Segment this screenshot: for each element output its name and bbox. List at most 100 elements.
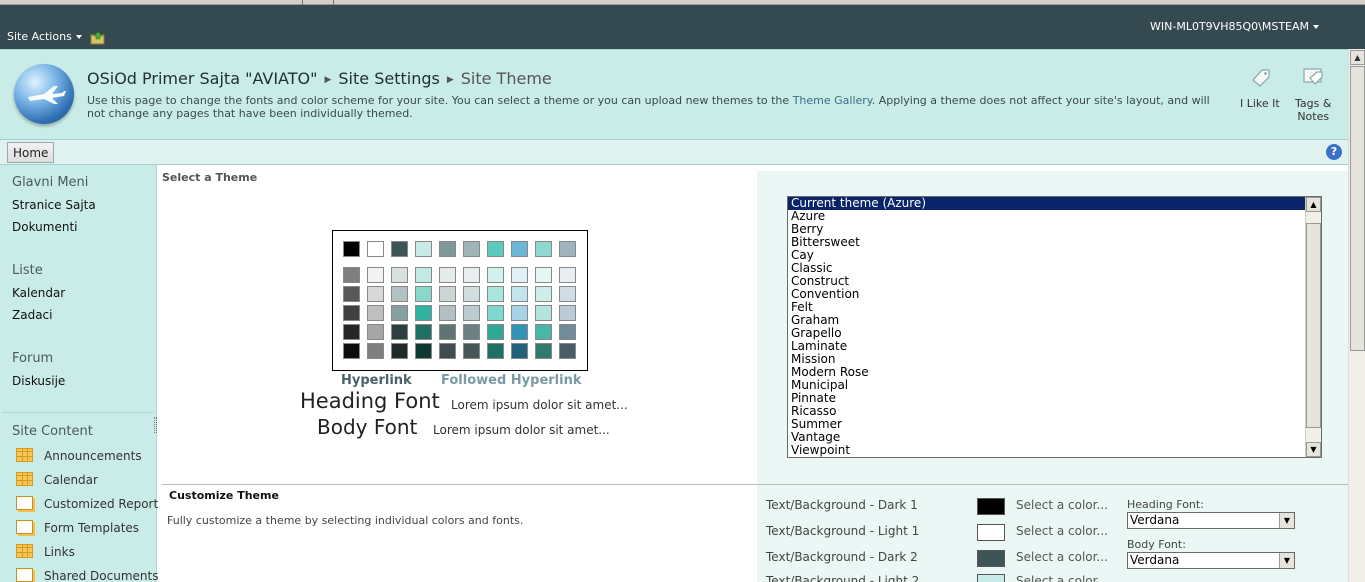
body-font-value: Verdana — [1130, 553, 1180, 567]
nav-resize-handle[interactable] — [154, 417, 157, 433]
nav-item-kalendar[interactable]: Kalendar — [12, 286, 65, 300]
palette-shade-swatch — [559, 267, 576, 283]
theme-option[interactable]: Viewpoint — [788, 444, 1305, 457]
content-item-shared-documents[interactable]: Shared Documents — [16, 568, 158, 582]
scroll-up-icon[interactable]: ▲ — [1306, 197, 1321, 212]
list-icon — [16, 448, 33, 462]
content-item-form-templates[interactable]: Form Templates — [16, 520, 139, 535]
select-color-link-dark1[interactable]: Select a color... — [1016, 498, 1108, 512]
list-icon — [16, 472, 33, 486]
palette-shade-swatch — [511, 343, 528, 359]
content-item-customized-report[interactable]: Customized Report — [16, 496, 158, 511]
theme-option[interactable]: Grapello — [788, 327, 1305, 340]
nav-heading-site-content[interactable]: Site Content — [12, 424, 93, 439]
color-swatch-dark1[interactable] — [977, 498, 1005, 515]
heading-lorem-text: Lorem ipsum dolor sit amet... — [451, 398, 628, 412]
nav-item-zadaci[interactable]: Zadaci — [12, 308, 52, 322]
page-description-text: Use this page to change the fonts and co… — [87, 94, 790, 107]
nav-heading-forum[interactable]: Forum — [12, 351, 53, 366]
nav-heading-liste[interactable]: Liste — [12, 263, 43, 278]
theme-option[interactable]: Summer — [788, 418, 1305, 431]
theme-option[interactable]: Cay — [788, 249, 1305, 262]
theme-option[interactable]: Municipal — [788, 379, 1305, 392]
page-scroll-thumb[interactable] — [1350, 66, 1365, 351]
content-item-label: Calendar — [44, 473, 98, 487]
theme-option[interactable]: Modern Rose — [788, 366, 1305, 379]
palette-shade-swatch — [559, 286, 576, 302]
theme-option[interactable]: Laminate — [788, 340, 1305, 353]
user-menu[interactable]: WIN-ML0T9VH85Q0\MSTEAM — [1150, 20, 1319, 33]
select-color-link-light1[interactable]: Select a color... — [1016, 524, 1108, 538]
select-color-link-dark2[interactable]: Select a color... — [1016, 550, 1108, 564]
nav-item-stranice-sajta[interactable]: Stranice Sajta — [12, 198, 96, 212]
palette-shade-swatch — [415, 286, 432, 302]
palette-shade-swatch — [367, 286, 384, 302]
nav-item-dokumenti[interactable]: Dokumenti — [12, 220, 77, 234]
breadcrumb-site-link[interactable]: OSiOd Primer Sajta "AVIATO" — [87, 69, 317, 88]
palette-swatch — [415, 241, 432, 257]
palette-swatch — [367, 241, 384, 257]
palette-shade-swatch — [367, 343, 384, 359]
content-item-calendar[interactable]: Calendar — [16, 472, 98, 487]
theme-option[interactable]: Current theme (Azure) — [788, 197, 1305, 210]
chevron-down-icon[interactable]: ▼ — [1279, 513, 1294, 528]
breadcrumb-settings-link[interactable]: Site Settings — [338, 69, 439, 88]
theme-option[interactable]: Bittersweet — [788, 236, 1305, 249]
listbox-scrollbar[interactable]: ▲ ▼ — [1305, 197, 1321, 457]
body-font-select[interactable]: Verdana ▼ — [1127, 552, 1295, 569]
site-actions-menu[interactable]: Site Actions — [7, 30, 82, 43]
palette-shade-swatch — [463, 305, 480, 321]
palette-shade-swatch — [343, 305, 360, 321]
navigate-up-icon[interactable] — [90, 31, 106, 45]
palette-shade-swatch — [439, 286, 456, 302]
content-item-announcements[interactable]: Announcements — [16, 448, 142, 463]
scroll-down-icon[interactable]: ▼ — [1306, 442, 1321, 457]
nav-item-diskusije[interactable]: Diskusije — [12, 374, 65, 388]
palette-shade-swatch — [487, 267, 504, 283]
theme-option[interactable]: Ricasso — [788, 405, 1305, 418]
theme-option[interactable]: Azure — [788, 210, 1305, 223]
palette-shade-swatch — [415, 305, 432, 321]
theme-option[interactable]: Graham — [788, 314, 1305, 327]
scroll-up-icon[interactable]: ▲ — [1350, 50, 1365, 65]
heading-font-value: Verdana — [1130, 513, 1180, 527]
palette-shade-swatch — [511, 286, 528, 302]
library-icon — [16, 568, 33, 582]
page-scrollbar[interactable]: ▲ — [1348, 49, 1365, 582]
theme-option[interactable]: Pinnate — [788, 392, 1305, 405]
palette-shade-swatch — [535, 267, 552, 283]
tab-home[interactable]: Home — [7, 142, 55, 163]
heading-font-select[interactable]: Verdana ▼ — [1127, 512, 1295, 529]
select-color-link-light2[interactable]: Select a color... — [1016, 574, 1108, 582]
airplane-icon — [28, 86, 66, 104]
color-swatch-light2[interactable] — [977, 574, 1005, 582]
theme-option[interactable]: Berry — [788, 223, 1305, 236]
content-item-links[interactable]: Links — [16, 544, 75, 559]
palette-shade-swatch — [487, 305, 504, 321]
color-label-dark2: Text/Background - Dark 2 — [766, 550, 918, 564]
theme-listbox[interactable]: Current theme (Azure) Azure Berry Bitterswe… — [787, 196, 1322, 458]
help-icon[interactable]: ? — [1326, 144, 1342, 160]
body-font-label: Body Font: — [1127, 538, 1186, 551]
listbox-scroll-thumb[interactable] — [1306, 223, 1321, 428]
nav-heading-glavni-meni[interactable]: Glavni Meni — [12, 175, 88, 190]
color-label-dark1: Text/Background - Dark 1 — [766, 498, 918, 512]
theme-option[interactable]: Convention — [788, 288, 1305, 301]
breadcrumb-separator-icon: ▶ — [446, 75, 454, 85]
theme-option[interactable]: Vantage — [788, 431, 1305, 444]
color-swatch-light1[interactable] — [977, 524, 1005, 541]
theme-gallery-link[interactable]: Theme Gallery — [793, 94, 872, 107]
chevron-down-icon[interactable]: ▼ — [1279, 553, 1294, 568]
breadcrumb-separator-icon: ▶ — [324, 75, 332, 85]
palette-swatch — [439, 241, 456, 257]
color-swatch-dark2[interactable] — [977, 550, 1005, 567]
i-like-it-button[interactable]: I Like It — [1240, 66, 1280, 110]
theme-option[interactable]: Classic — [788, 262, 1305, 275]
theme-option[interactable]: Felt — [788, 301, 1305, 314]
like-tag-icon — [1252, 69, 1270, 87]
tags-notes-button[interactable]: Tags & Notes — [1295, 66, 1331, 123]
palette-shade-swatch — [391, 305, 408, 321]
site-logo-icon[interactable] — [14, 64, 74, 124]
palette-shade-swatch — [463, 324, 480, 340]
theme-option[interactable]: Construct — [788, 275, 1305, 288]
